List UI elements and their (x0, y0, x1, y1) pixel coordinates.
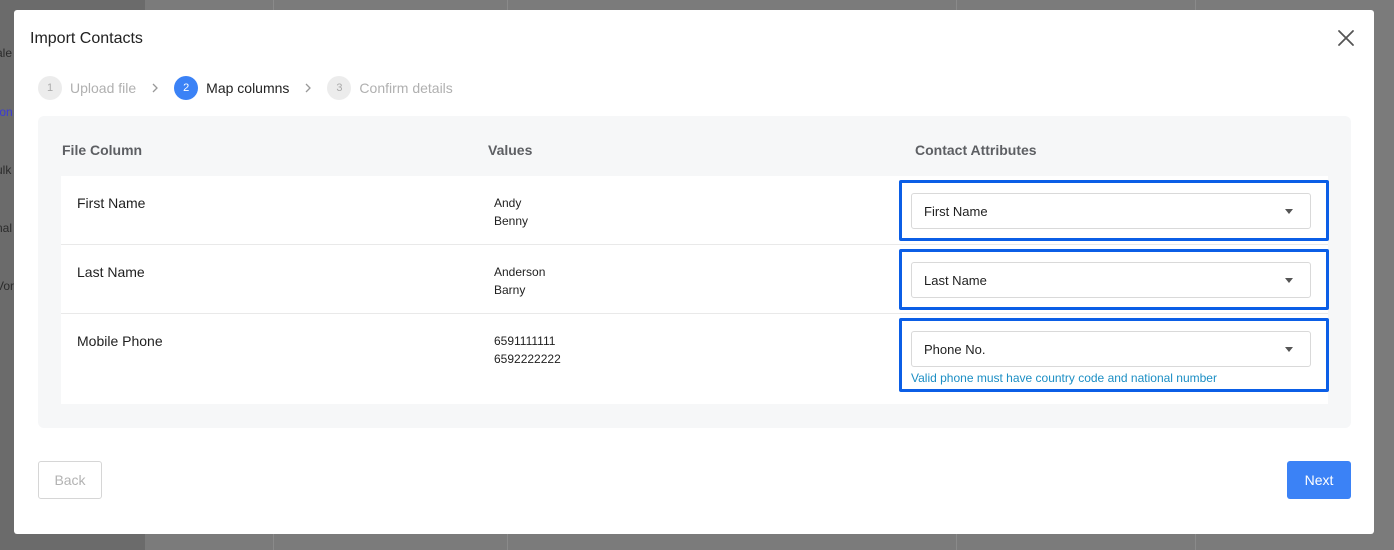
chevron-right-icon (150, 83, 160, 93)
step-label: Upload file (70, 80, 137, 96)
sample-values: Anderson Barny (494, 263, 545, 299)
step-label: Confirm details (359, 80, 453, 96)
file-column-name: First Name (77, 195, 146, 211)
chevron-right-icon (303, 83, 313, 93)
attribute-select-value: Last Name (924, 273, 987, 288)
sample-values: 6591111111 6592222222 (494, 332, 561, 368)
attribute-highlight: Last Name (899, 249, 1329, 310)
close-icon (1338, 30, 1354, 46)
sample-value: Barny (494, 283, 526, 297)
sample-value: Anderson (494, 265, 546, 279)
background-text: ulk (0, 163, 12, 177)
sample-value: 6592222222 (494, 352, 561, 366)
header-contact-attributes: Contact Attributes (915, 142, 1037, 158)
sample-value: Benny (494, 214, 529, 228)
back-button[interactable]: Back (38, 461, 102, 499)
background-link: ton (0, 105, 13, 119)
sample-value: 6591111111 (494, 334, 556, 348)
caret-down-icon (1285, 209, 1293, 214)
attribute-select-value: First Name (924, 204, 988, 219)
file-column-name: Last Name (77, 264, 145, 280)
step-confirm-details: 3 Confirm details (327, 76, 453, 100)
attribute-select[interactable]: Phone No. (911, 331, 1311, 367)
step-label: Map columns (206, 80, 290, 96)
sample-values: Andy Benny (494, 194, 528, 230)
attribute-highlight: Phone No. Valid phone must have country … (899, 318, 1329, 392)
header-values: Values (488, 142, 533, 158)
sample-value: Andy (494, 196, 522, 210)
mapping-row: Mobile Phone 6591111111 6592222222 Phone… (61, 314, 1329, 404)
import-contacts-modal: Import Contacts 1 Upload file 2 Map colu… (14, 10, 1374, 534)
step-number: 1 (38, 76, 62, 100)
attribute-select-value: Phone No. (924, 342, 986, 357)
close-button[interactable] (1336, 28, 1356, 48)
step-upload-file: 1 Upload file (38, 76, 136, 100)
background-text: ale (0, 46, 13, 60)
phone-validation-hint: Valid phone must have country code and n… (911, 371, 1217, 385)
attribute-highlight: First Name (899, 180, 1329, 241)
next-button[interactable]: Next (1287, 461, 1351, 499)
attribute-select[interactable]: Last Name (911, 262, 1311, 298)
background-text: Vor (0, 279, 15, 293)
mapping-row: First Name Andy Benny First Name (61, 176, 1329, 245)
step-map-columns: 2 Map columns (174, 76, 289, 100)
background-text: nal (0, 221, 13, 235)
modal-title: Import Contacts (30, 30, 143, 47)
caret-down-icon (1285, 347, 1293, 352)
attribute-select[interactable]: First Name (911, 193, 1311, 229)
caret-down-icon (1285, 278, 1293, 283)
column-mapping-panel: File Column Values Contact Attributes Fi… (38, 116, 1351, 428)
header-file-column: File Column (62, 142, 143, 158)
file-column-name: Mobile Phone (77, 333, 163, 349)
stepper: 1 Upload file 2 Map columns 3 Confirm de… (38, 76, 453, 100)
step-number: 2 (174, 76, 199, 100)
mapping-row: Last Name Anderson Barny Last Name (61, 245, 1329, 314)
step-number: 3 (327, 76, 352, 100)
